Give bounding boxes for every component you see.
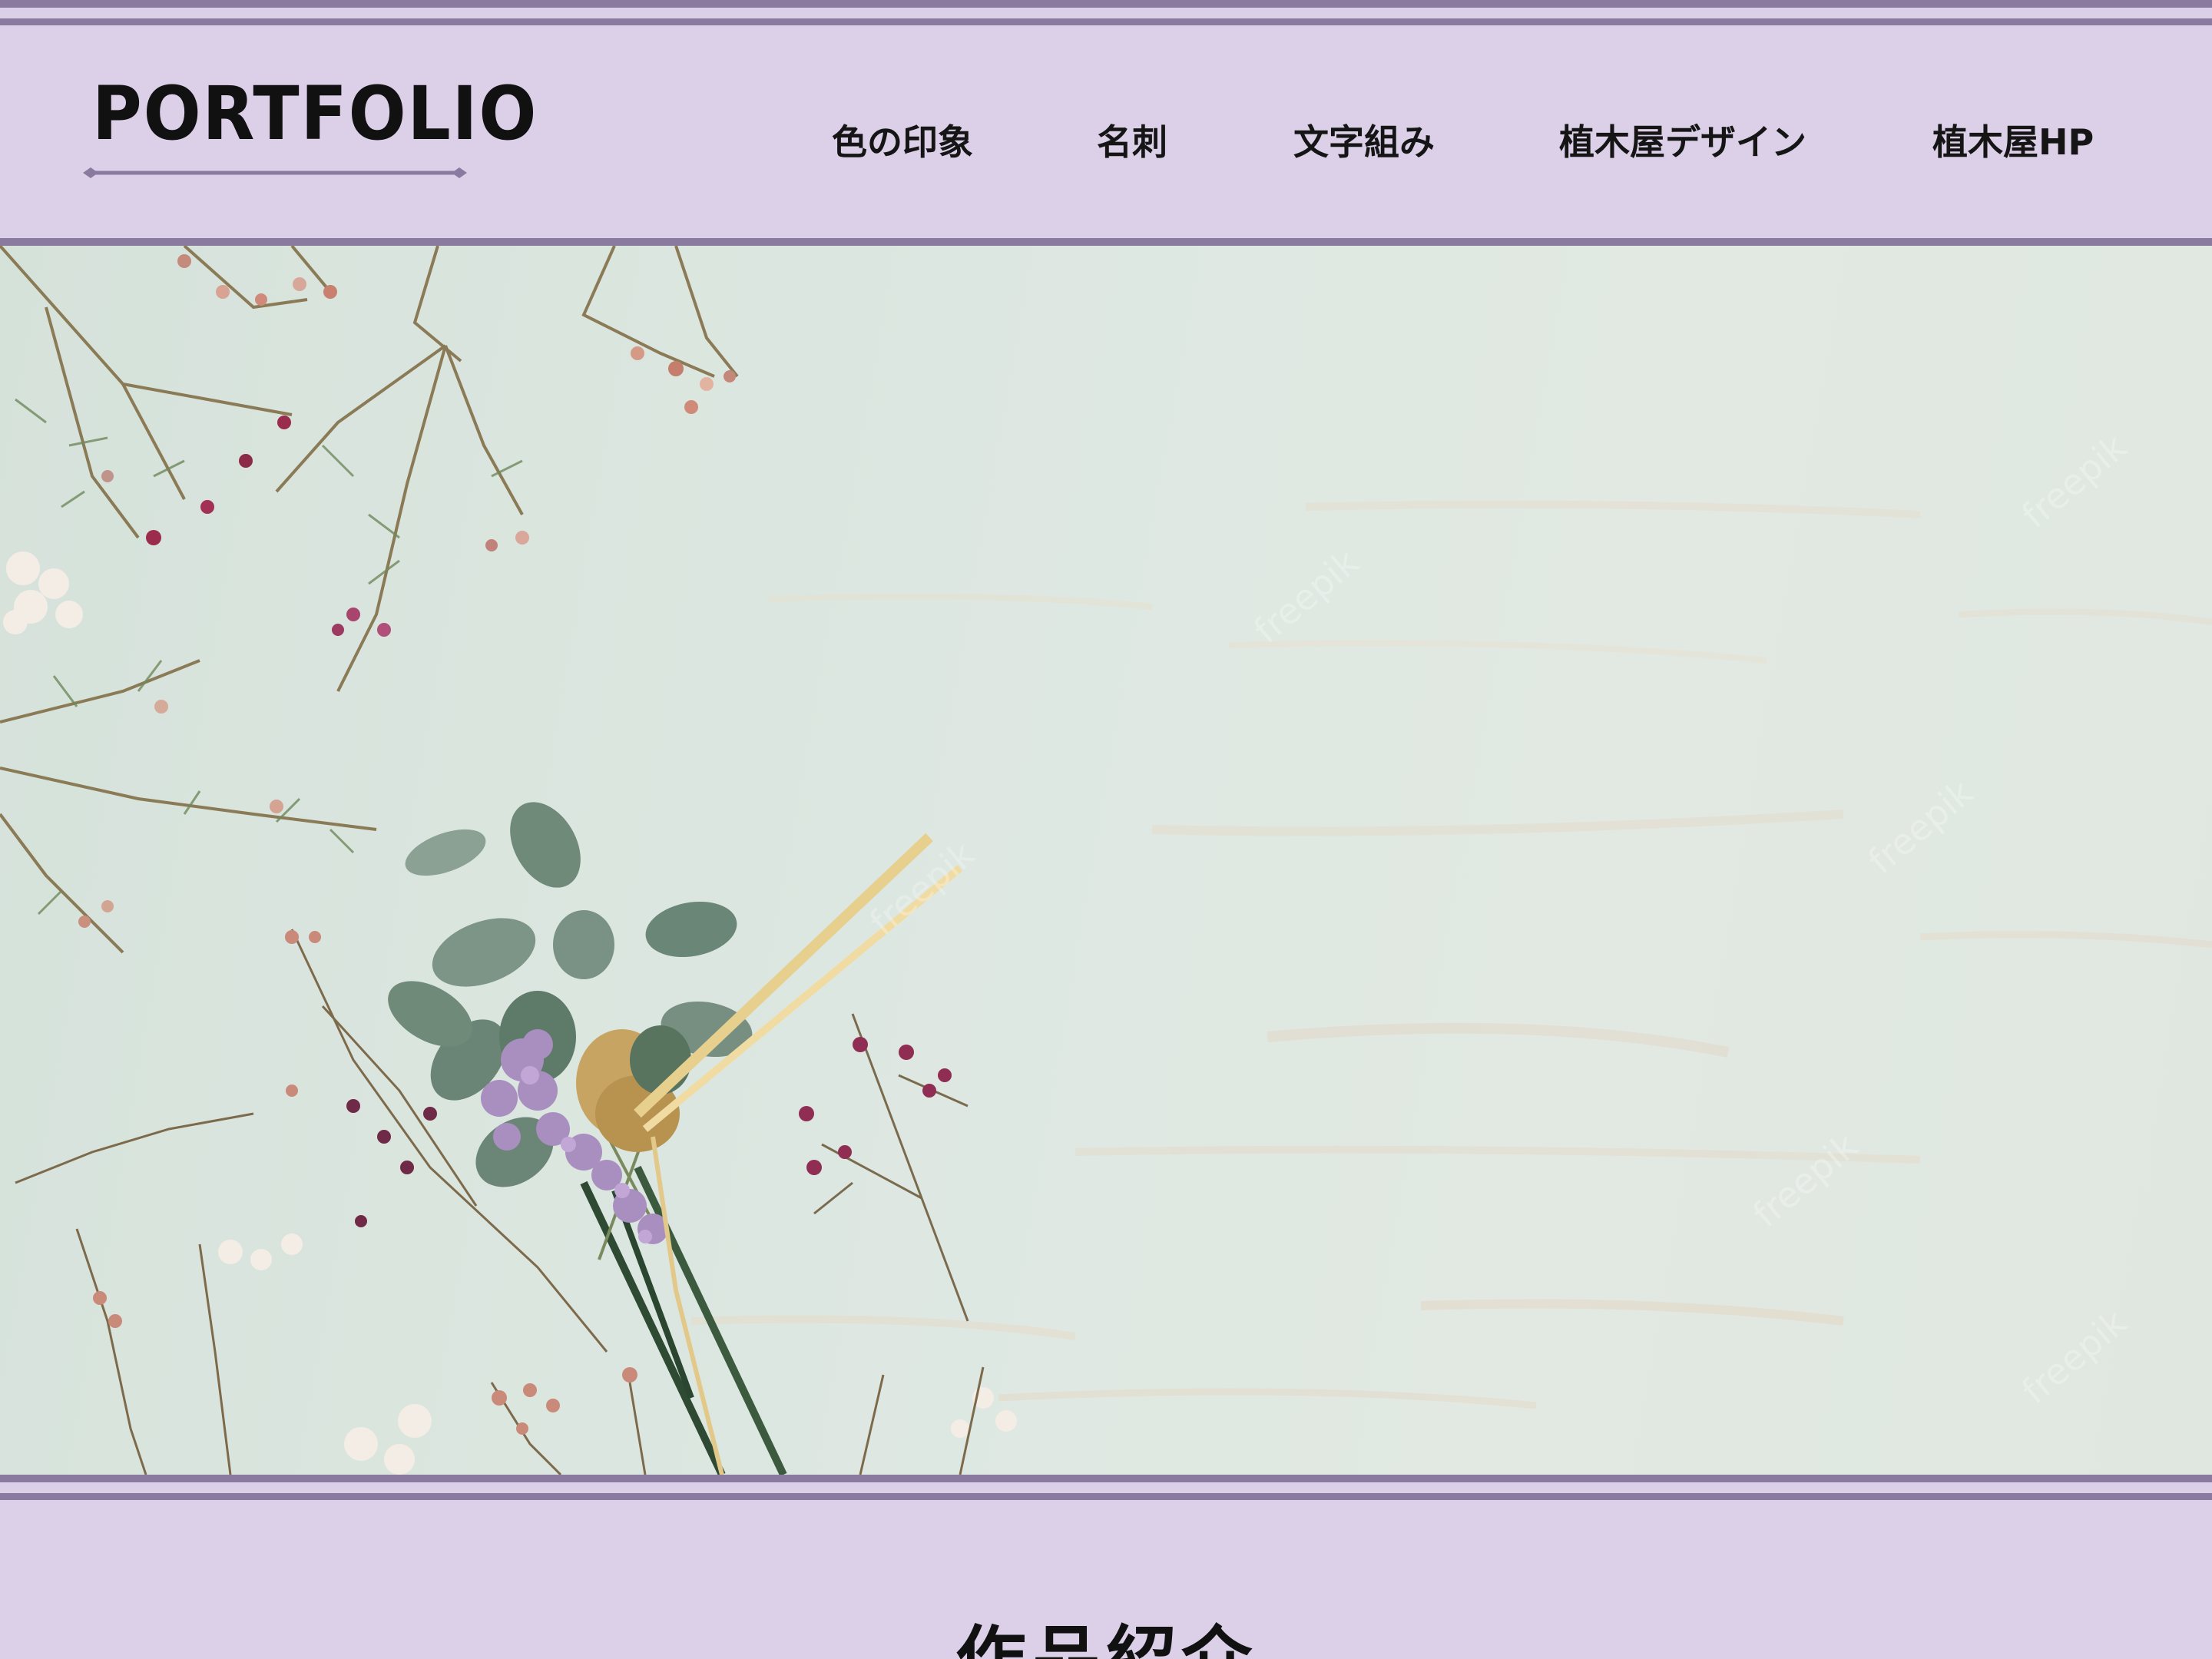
header-border-top <box>0 0 2212 8</box>
watermark: freepik freepik freepik freepik freepik … <box>862 426 2134 1412</box>
nav-item-gardener-hp[interactable]: 植木屋HP <box>1932 115 2094 169</box>
nav-item-business-card[interactable]: 名刺 <box>1097 115 1167 169</box>
svg-text:freepik: freepik <box>2014 1301 2134 1412</box>
svg-text:freepik: freepik <box>1246 541 1366 651</box>
main-nav: 色の印象 名刺 文字組み 植木屋デザイン 植木屋HP <box>0 115 2212 169</box>
section-title: 作品紹介 <box>0 1618 2212 1659</box>
svg-text:freepik: freepik <box>2014 426 2134 536</box>
eucalyptus-bouquet <box>388 802 963 1475</box>
pink-buds <box>799 1037 952 1175</box>
nav-item-gardener-design[interactable]: 植木屋デザイン <box>1559 115 1806 169</box>
dark-buds <box>346 1099 437 1227</box>
svg-text:freepik: freepik <box>1860 771 1981 882</box>
divider-line-bottom <box>0 1493 2212 1500</box>
berries <box>78 254 736 928</box>
divider-line-top <box>0 1475 2212 1482</box>
svg-text:freepik: freepik <box>1745 1124 1866 1235</box>
nav-item-typesetting[interactable]: 文字組み <box>1293 115 1435 169</box>
header-border-top-inner <box>0 18 2212 25</box>
wood-grain <box>690 500 2212 1409</box>
header-border-bottom <box>0 238 2212 246</box>
nav-item-color-impression[interactable]: 色の印象 <box>832 115 973 169</box>
hero-image: freepik freepik freepik freepik freepik … <box>0 246 2212 1475</box>
dried-flowers-illustration: freepik freepik freepik freepik freepik … <box>0 246 2212 1475</box>
stem-cluster-bottom-center <box>813 1013 969 1322</box>
logo-underline-ornament <box>83 167 467 178</box>
site-header: PORTFOLIO 色の印象 名刺 文字組み 植木屋デザイン 植木屋HP <box>0 0 2212 246</box>
page: PORTFOLIO 色の印象 名刺 文字組み 植木屋デザイン 植木屋HP fre… <box>0 0 2212 1659</box>
stem-cluster-top-left <box>0 246 739 954</box>
